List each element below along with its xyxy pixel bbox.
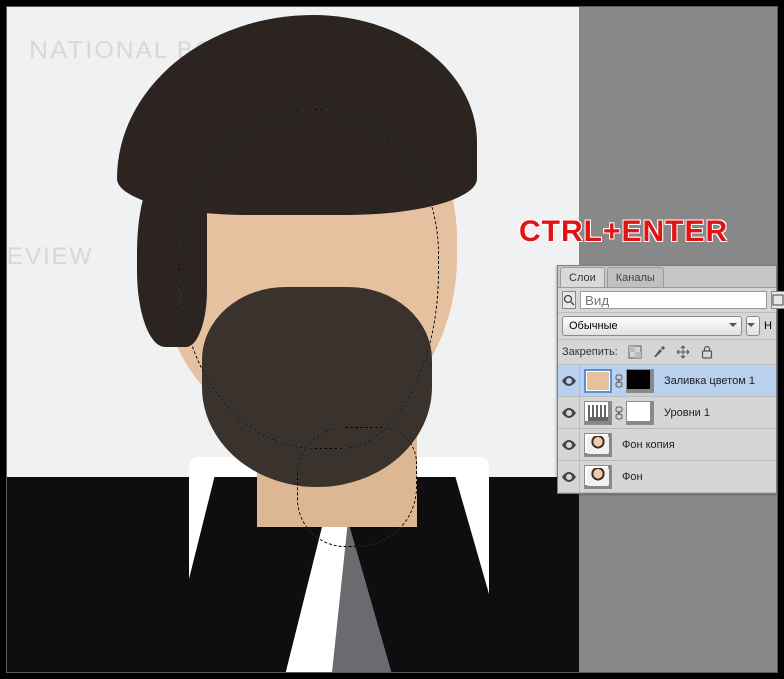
layer-row-fill1[interactable]: Заливка цветом 1	[558, 365, 776, 397]
blend-mode-row: Обычные Н	[558, 313, 776, 340]
filter-pixel-icon[interactable]	[771, 291, 784, 309]
layers-panel: Слои Каналы Обычные Н	[557, 265, 777, 494]
visibility-toggle[interactable]	[558, 429, 580, 461]
layer-thumbs	[580, 465, 616, 489]
filter-type-icon[interactable]	[562, 291, 576, 309]
opacity-label: Н	[764, 320, 772, 332]
tab-layers[interactable]: Слои	[560, 267, 605, 287]
layer-thumbs	[580, 433, 616, 457]
tab-channels[interactable]: Каналы	[607, 267, 664, 287]
layer-thumb-photo[interactable]	[584, 433, 612, 457]
layer-row-bg[interactable]: Фон	[558, 461, 776, 493]
backdrop-text: EVIEW	[7, 243, 93, 271]
lock-pixels-icon[interactable]	[649, 343, 669, 361]
app-frame: NATIONAL BOARD OF EVIEW CTRL+ENTER Слои …	[0, 0, 784, 679]
layer-mask-thumb[interactable]	[626, 369, 654, 393]
visibility-toggle[interactable]	[558, 461, 580, 493]
lock-label: Закрепить:	[562, 346, 618, 358]
opacity-divider-icon[interactable]	[746, 316, 760, 336]
lock-all-icon[interactable]	[697, 343, 717, 361]
layer-filter-input[interactable]	[580, 291, 767, 309]
lock-transparent-icon[interactable]	[625, 343, 645, 361]
panel-tabbar: Слои Каналы	[558, 266, 776, 288]
workspace: NATIONAL BOARD OF EVIEW CTRL+ENTER Слои …	[6, 6, 778, 673]
layer-thumb-photo[interactable]	[584, 465, 612, 489]
link-icon[interactable]	[614, 369, 624, 393]
visibility-toggle[interactable]	[558, 365, 580, 397]
layer-thumbs	[580, 369, 658, 393]
blend-mode-select[interactable]: Обычные	[562, 316, 742, 336]
layer-mask-thumb[interactable]	[626, 401, 654, 425]
layer-thumb-levels[interactable]	[584, 401, 612, 425]
lock-row: Закрепить:	[558, 340, 776, 365]
layer-thumb-color[interactable]	[584, 369, 612, 393]
keyboard-hint-overlay: CTRL+ENTER	[519, 215, 728, 249]
link-icon[interactable]	[614, 401, 624, 425]
layer-thumbs	[580, 401, 658, 425]
layer-list: Заливка цветом 1 Уровни 1	[558, 365, 776, 493]
layer-name[interactable]: Уровни 1	[658, 407, 710, 419]
layer-name[interactable]: Фон копия	[616, 439, 675, 451]
visibility-toggle[interactable]	[558, 397, 580, 429]
layer-name[interactable]: Фон	[616, 471, 643, 483]
lock-position-icon[interactable]	[673, 343, 693, 361]
layer-row-bgcopy[interactable]: Фон копия	[558, 429, 776, 461]
canvas[interactable]: NATIONAL BOARD OF EVIEW	[7, 7, 579, 672]
layer-row-levels1[interactable]: Уровни 1	[558, 397, 776, 429]
panel-filter-row	[558, 288, 776, 313]
blend-mode-value: Обычные	[569, 320, 618, 332]
selection-marquee-extension[interactable]	[297, 427, 417, 547]
layer-name[interactable]: Заливка цветом 1	[658, 375, 755, 387]
